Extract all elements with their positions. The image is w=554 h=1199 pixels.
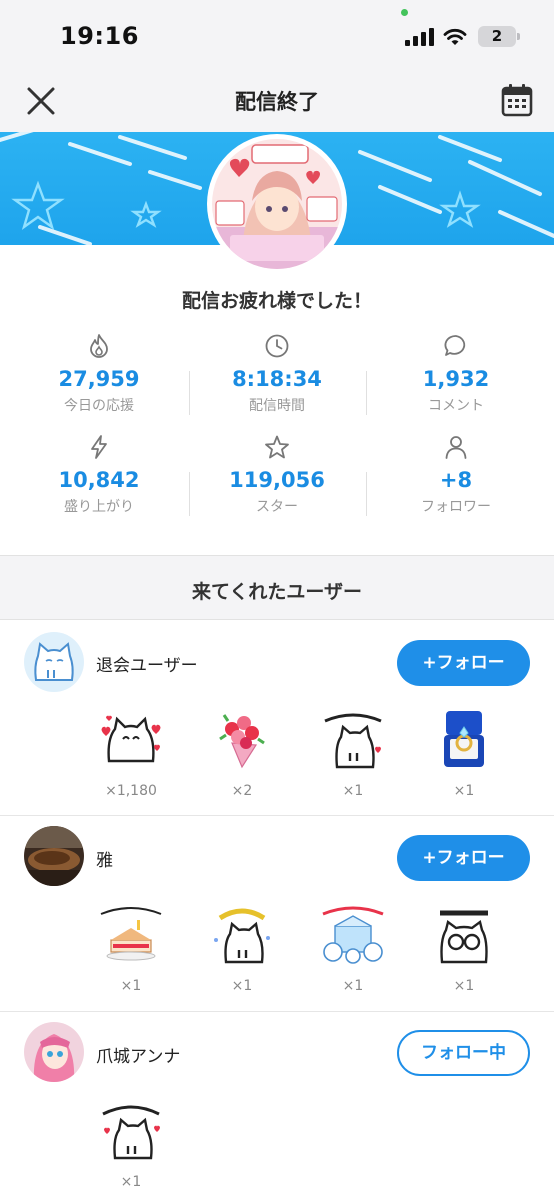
stat-label: フォロワー [421, 499, 491, 515]
gift-item: ×1 [313, 705, 393, 799]
flame-icon [90, 334, 108, 358]
gift-item: ×1 [91, 1096, 171, 1190]
stat-comments: 1,932 コメント [366, 333, 546, 415]
page-title: 配信終了 [235, 90, 319, 114]
battery-indicator: 2 [478, 26, 516, 47]
stat-excitement: 10,842 盛り上がり [9, 434, 189, 516]
gift-count: ×2 [231, 783, 253, 799]
star-icon [265, 435, 289, 459]
stat-label: スター [256, 499, 298, 515]
gift-count: ×1 [453, 978, 475, 994]
user-name[interactable]: 爪城アンナ [96, 1042, 180, 1067]
lightning-icon [91, 435, 107, 459]
stat-value: 8:18:34 [232, 367, 322, 391]
cat-naruhodo-icon [436, 906, 492, 964]
gift-count: ×1 [342, 783, 364, 799]
summary-title: 配信お疲れ様でした！ [181, 290, 372, 312]
congratulations-icon [322, 906, 384, 964]
gift-item: ×2 [202, 705, 282, 799]
gift-item: ×1 [424, 900, 504, 994]
follow-button[interactable]: +フォロー [397, 835, 530, 881]
stat-label: 今日の応援 [64, 398, 134, 414]
stat-label: 配信時間 [249, 398, 305, 414]
gift-count: ×1 [453, 783, 475, 799]
nav-bar: 配信終了 [0, 72, 554, 132]
stat-value: +8 [439, 468, 473, 492]
gift-count: ×1,180 [105, 783, 157, 799]
cat-arigatou-icon [102, 1105, 160, 1160]
following-button[interactable]: フォロー中 [397, 1030, 530, 1076]
stat-value: 10,842 [58, 468, 140, 492]
gift-item: ×1 [313, 900, 393, 994]
person-icon [445, 436, 467, 459]
streamer-avatar [212, 139, 342, 269]
bouquet-icon [219, 714, 265, 769]
stat-value: 119,056 [229, 468, 325, 492]
birthday-cake-icon [100, 907, 162, 961]
cat-hearts-icon [101, 715, 161, 763]
stat-followers: +8 フォロワー [366, 434, 546, 516]
visitor-row: 爪城アンナ フォロー中 ×1 [0, 1012, 554, 1199]
battery-nub [517, 33, 520, 40]
stat-value: 27,959 [58, 367, 140, 391]
gift-count: ×1 [342, 978, 364, 994]
privacy-indicator-dot [401, 9, 408, 16]
gift-item: ×1 [424, 705, 504, 799]
clock-icon [265, 334, 289, 358]
user-name[interactable]: 雅 [96, 846, 113, 871]
gift-item: ×1 [91, 900, 171, 994]
cat-sugoi-icon [324, 713, 382, 769]
section-title: 来てくれたユーザー [191, 581, 363, 603]
cell-signal-icon [405, 28, 434, 46]
gift-item: ×1,180 [91, 705, 171, 799]
visitor-row: 雅 +フォロー ×1 ×1 ×1 ×1 [0, 816, 554, 1011]
status-time: 19:16 [60, 22, 139, 50]
stat-value: 1,932 [422, 367, 490, 391]
visitor-row: 退会ユーザー +フォロー ×1,180 ×2 ×1 ×1 [0, 621, 554, 815]
stat-label: コメント [428, 398, 484, 414]
stat-label: 盛り上がり [64, 499, 134, 515]
cat-erai-icon [214, 908, 270, 964]
follow-button[interactable]: +フォロー [397, 640, 530, 686]
stat-stars: 119,056 スター [187, 434, 367, 516]
calendar-icon[interactable] [500, 82, 534, 118]
avatar[interactable] [24, 632, 84, 692]
gift-count: ×1 [120, 1174, 142, 1190]
gift-item: ×1 [202, 900, 282, 994]
gift-count: ×1 [120, 978, 142, 994]
avatar[interactable] [24, 1022, 84, 1082]
wifi-icon [443, 28, 467, 45]
user-name[interactable]: 退会ユーザー [96, 651, 198, 676]
gift-count: ×1 [231, 978, 253, 994]
avatar[interactable] [24, 826, 84, 886]
ring-box-icon [444, 711, 484, 767]
visitors-section-header: 来てくれたユーザー [0, 555, 554, 620]
status-bar: 19:16 2 [0, 0, 554, 72]
chat-bubble-icon [444, 335, 466, 356]
stat-support: 27,959 今日の応援 [9, 333, 189, 415]
stat-stream-time: 8:18:34 配信時間 [187, 333, 367, 415]
